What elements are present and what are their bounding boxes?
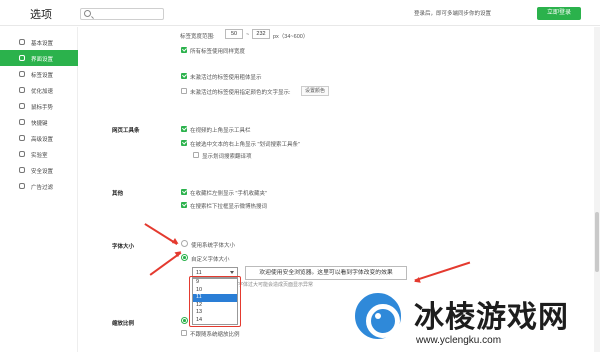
system-zoom-label: 不跟随系统缩放比例 [190, 332, 240, 338]
rocket-icon [19, 87, 25, 93]
tab-icon [19, 71, 25, 77]
sidebar-item-basic[interactable]: 基本设置 [0, 34, 78, 50]
font-section-title: 字体大小 [112, 244, 135, 250]
sidebar-item-label: 鼠标手势 [31, 105, 54, 111]
other-section-title: 其他 [112, 191, 124, 197]
tab-width-max-input[interactable]: 232 [252, 29, 270, 39]
zoom-section-title: 缩放比例 [112, 321, 135, 327]
search-tool-label: 在被选中文本的右上角显示 "划词搜索工具条" [190, 142, 300, 148]
sidebar-item-label: 快捷键 [31, 121, 48, 127]
scrollbar-thumb[interactable] [595, 212, 599, 272]
favorites-label: 在收藏栏左侧显示 "手机收藏夹" [190, 191, 267, 197]
unread-color-label: 未激活过的标签使用指定颜色的文字显示: [190, 90, 291, 96]
custom-font-radio[interactable] [181, 254, 188, 261]
search-input[interactable] [80, 8, 164, 20]
translate-checkbox[interactable] [193, 152, 199, 158]
unread-bold-label: 未激活过的标签使用粗体显示 [190, 75, 262, 81]
tab-width-label: 标签宽度范围: [180, 34, 215, 40]
show-toolbar-checkbox[interactable] [181, 126, 187, 132]
window-icon [19, 55, 25, 61]
window-title: 选项 [30, 9, 52, 21]
sidebar-item-label: 界面设置 [31, 57, 54, 63]
system-font-radio[interactable] [181, 240, 188, 247]
sidebar-item-lab[interactable]: 实验室 [0, 146, 78, 162]
translate-label: 显示划词搜索翻译项 [202, 154, 252, 160]
sidebar-item-label: 安全设置 [31, 169, 54, 175]
watermark-text: 冰棱游戏网 [414, 300, 569, 335]
sidebar-item-label: 广告过滤 [31, 185, 54, 191]
show-toolbar-label: 在视频的上角显示工具栏 [190, 128, 251, 134]
sidebar-item-mouse-gesture[interactable]: 鼠标手势 [0, 98, 78, 114]
search-icon [84, 10, 91, 17]
toolbar-section-title: 网页工具条 [112, 128, 140, 134]
sidebar-item-label: 高级设置 [31, 137, 54, 143]
advanced-icon [19, 135, 25, 141]
sidebar-item-shortcuts[interactable]: 快捷键 [0, 114, 78, 130]
sidebar-item-tabs[interactable]: 标签设置 [0, 66, 78, 82]
system-zoom-checkbox[interactable] [181, 330, 187, 336]
same-width-label: 所有标签使用同样宽度 [190, 49, 246, 55]
login-button[interactable]: 立即登录 [537, 7, 581, 20]
sidebar-item-label: 基本设置 [31, 41, 54, 47]
zoom-follow-radio[interactable] [181, 317, 188, 324]
favorites-checkbox[interactable] [181, 189, 187, 195]
lab-icon [19, 151, 25, 157]
watermark-url: www.yclengku.com [416, 335, 502, 346]
mouse-icon [19, 103, 25, 109]
chevron-down-icon [230, 271, 234, 274]
tab-width-separator: ~ [246, 32, 250, 38]
set-color-button[interactable]: 设置颜色 [301, 86, 330, 96]
watermark-logo-icon [352, 290, 404, 342]
search-tool-checkbox[interactable] [181, 140, 187, 146]
system-font-label: 使用系统字体大小 [191, 243, 236, 249]
sidebar-item-label: 优化加速 [31, 89, 54, 95]
sidebar-item-optimize[interactable]: 优化加速 [0, 82, 78, 98]
sidebar-item-security[interactable]: 安全设置 [0, 162, 78, 178]
title-bar: 选项 登录后，即可多端同步你的设置 立即登录 [0, 0, 600, 26]
hot-search-checkbox[interactable] [181, 202, 187, 208]
sidebar-item-advanced[interactable]: 高级设置 [0, 130, 78, 146]
highlight-box-dropdown [189, 276, 241, 327]
sidebar-item-interface[interactable]: 界面设置 [0, 50, 78, 66]
block-icon [19, 183, 25, 189]
settings-icon [19, 39, 25, 45]
sidebar-item-label: 标签设置 [31, 73, 54, 79]
hot-search-label: 在搜索栏下拉框显示微博热搜词 [190, 204, 268, 210]
unread-color-checkbox[interactable] [181, 88, 187, 94]
keyboard-icon [19, 119, 25, 125]
font-size-hint: 字体过大可能会造成页面显示异常 [238, 282, 314, 288]
shield-icon [19, 167, 25, 173]
unread-bold-checkbox[interactable] [181, 73, 187, 79]
tab-width-min-input[interactable]: 50 [225, 29, 243, 39]
tab-width-hint: px（34~600） [273, 34, 309, 40]
site-watermark: 冰棱游戏网 www.yclengku.com [350, 290, 600, 352]
sidebar: 基本设置 界面设置 标签设置 优化加速 鼠标手势 快捷键 高级设置 实验室 安全… [0, 27, 78, 352]
same-width-checkbox[interactable] [181, 47, 187, 53]
sidebar-item-adblock[interactable]: 广告过滤 [0, 178, 78, 194]
login-tip: 登录后，即可多端同步你的设置 [414, 11, 492, 17]
font-preview-box: 欢迎使用安全浏览器。这里可以看到字体改变的效果 [245, 266, 407, 280]
sidebar-item-label: 实验室 [31, 153, 48, 159]
custom-font-label: 自定义字体大小 [191, 257, 230, 263]
